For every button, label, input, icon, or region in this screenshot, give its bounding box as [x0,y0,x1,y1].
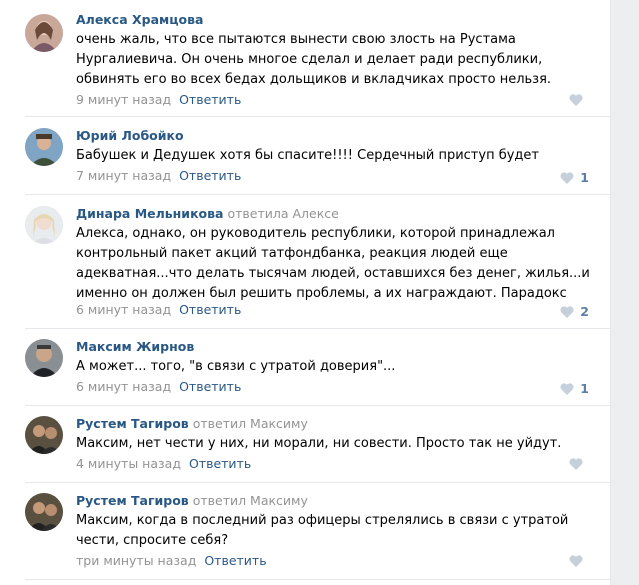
heart-icon [569,458,583,470]
author-line: Рустем Тагиров ответил Максиму [76,416,308,432]
reply-to-label[interactable]: ответила Алексе [227,206,338,221]
timestamp[interactable]: 7 минут назад [76,168,171,183]
avatar[interactable] [25,128,63,166]
like-count: 1 [580,381,589,396]
divider [25,328,610,329]
heart-icon [560,171,574,184]
author-line: Максим Жирнов [76,339,194,355]
comment-text: Максим, нет чести у них, ни морали, ни с… [76,436,562,451]
author-line: Динара Мельникова ответила Алексе [76,206,339,222]
like-button[interactable]: 2 [560,304,589,319]
comment-meta: 6 минут назад Ответить [76,379,241,395]
author-line: Алекса Храмцова [76,12,203,28]
like-button[interactable]: 1 [560,170,589,185]
like-button[interactable] [569,458,589,470]
comment-text: А может... того, "в связи с утратой дове… [76,359,396,374]
comments-panel: Алекса Храмцова очень жаль, что все пыта… [0,0,611,585]
comment-meta: 9 минут назад Ответить [76,92,241,108]
timestamp[interactable]: три минуты назад [76,553,196,568]
timestamp[interactable]: 9 минут назад [76,92,171,107]
like-button[interactable]: 1 [560,381,589,396]
reply-button[interactable]: Ответить [179,92,241,107]
like-button[interactable] [569,94,589,106]
reply-button[interactable]: Ответить [179,168,241,183]
comment-text: очень жаль, что все пытаются вынести сво… [76,32,552,87]
like-count: 2 [580,304,589,319]
avatar[interactable] [25,416,63,454]
like-button[interactable] [569,555,589,567]
avatar[interactable] [25,14,63,52]
comment-meta: 6 минут назад Ответить [76,302,241,318]
reply-button[interactable]: Ответить [179,302,241,317]
author-line: Юрий Лобойко [76,128,184,144]
comment-text: Максим, когда в последний раз офицеры ст… [76,513,569,548]
divider [25,579,610,580]
author-name[interactable]: Юрий Лобойко [76,128,184,143]
reply-to-label[interactable]: ответил Максиму [193,416,308,431]
heart-icon [569,94,583,106]
like-count: 1 [580,170,589,185]
comment-meta: 4 минуты назад Ответить [76,456,251,472]
comment-meta: три минуты назад Ответить [76,553,267,569]
reply-button[interactable]: Ответить [179,379,241,394]
timestamp[interactable]: 6 минут назад [76,302,171,317]
avatar[interactable] [25,206,63,244]
divider [25,405,610,406]
avatar[interactable] [25,339,63,377]
reply-to-label[interactable]: ответил Максиму [193,493,308,508]
author-name[interactable]: Рустем Тагиров [76,416,189,431]
comment-text: Бабушек и Дедушек хотя бы спасите!!!! Се… [76,148,539,163]
divider [25,116,610,117]
comment-meta: 7 минут назад Ответить [76,168,241,184]
heart-icon [569,555,583,567]
reply-button[interactable]: Ответить [189,456,251,471]
author-name[interactable]: Максим Жирнов [76,339,194,354]
reply-button[interactable]: Ответить [204,553,266,568]
comment-text: Алекса, однако, он руководитель республи… [76,226,590,301]
divider [25,194,610,195]
divider [25,482,610,483]
author-line: Рустем Тагиров ответил Максиму [76,493,308,509]
timestamp[interactable]: 6 минут назад [76,379,171,394]
timestamp[interactable]: 4 минуты назад [76,456,181,471]
author-name[interactable]: Динара Мельникова [76,206,224,221]
author-name[interactable]: Рустем Тагиров [76,493,189,508]
heart-icon [560,305,574,318]
avatar[interactable] [25,493,63,531]
heart-icon [560,382,574,395]
author-name[interactable]: Алекса Храмцова [76,12,203,27]
